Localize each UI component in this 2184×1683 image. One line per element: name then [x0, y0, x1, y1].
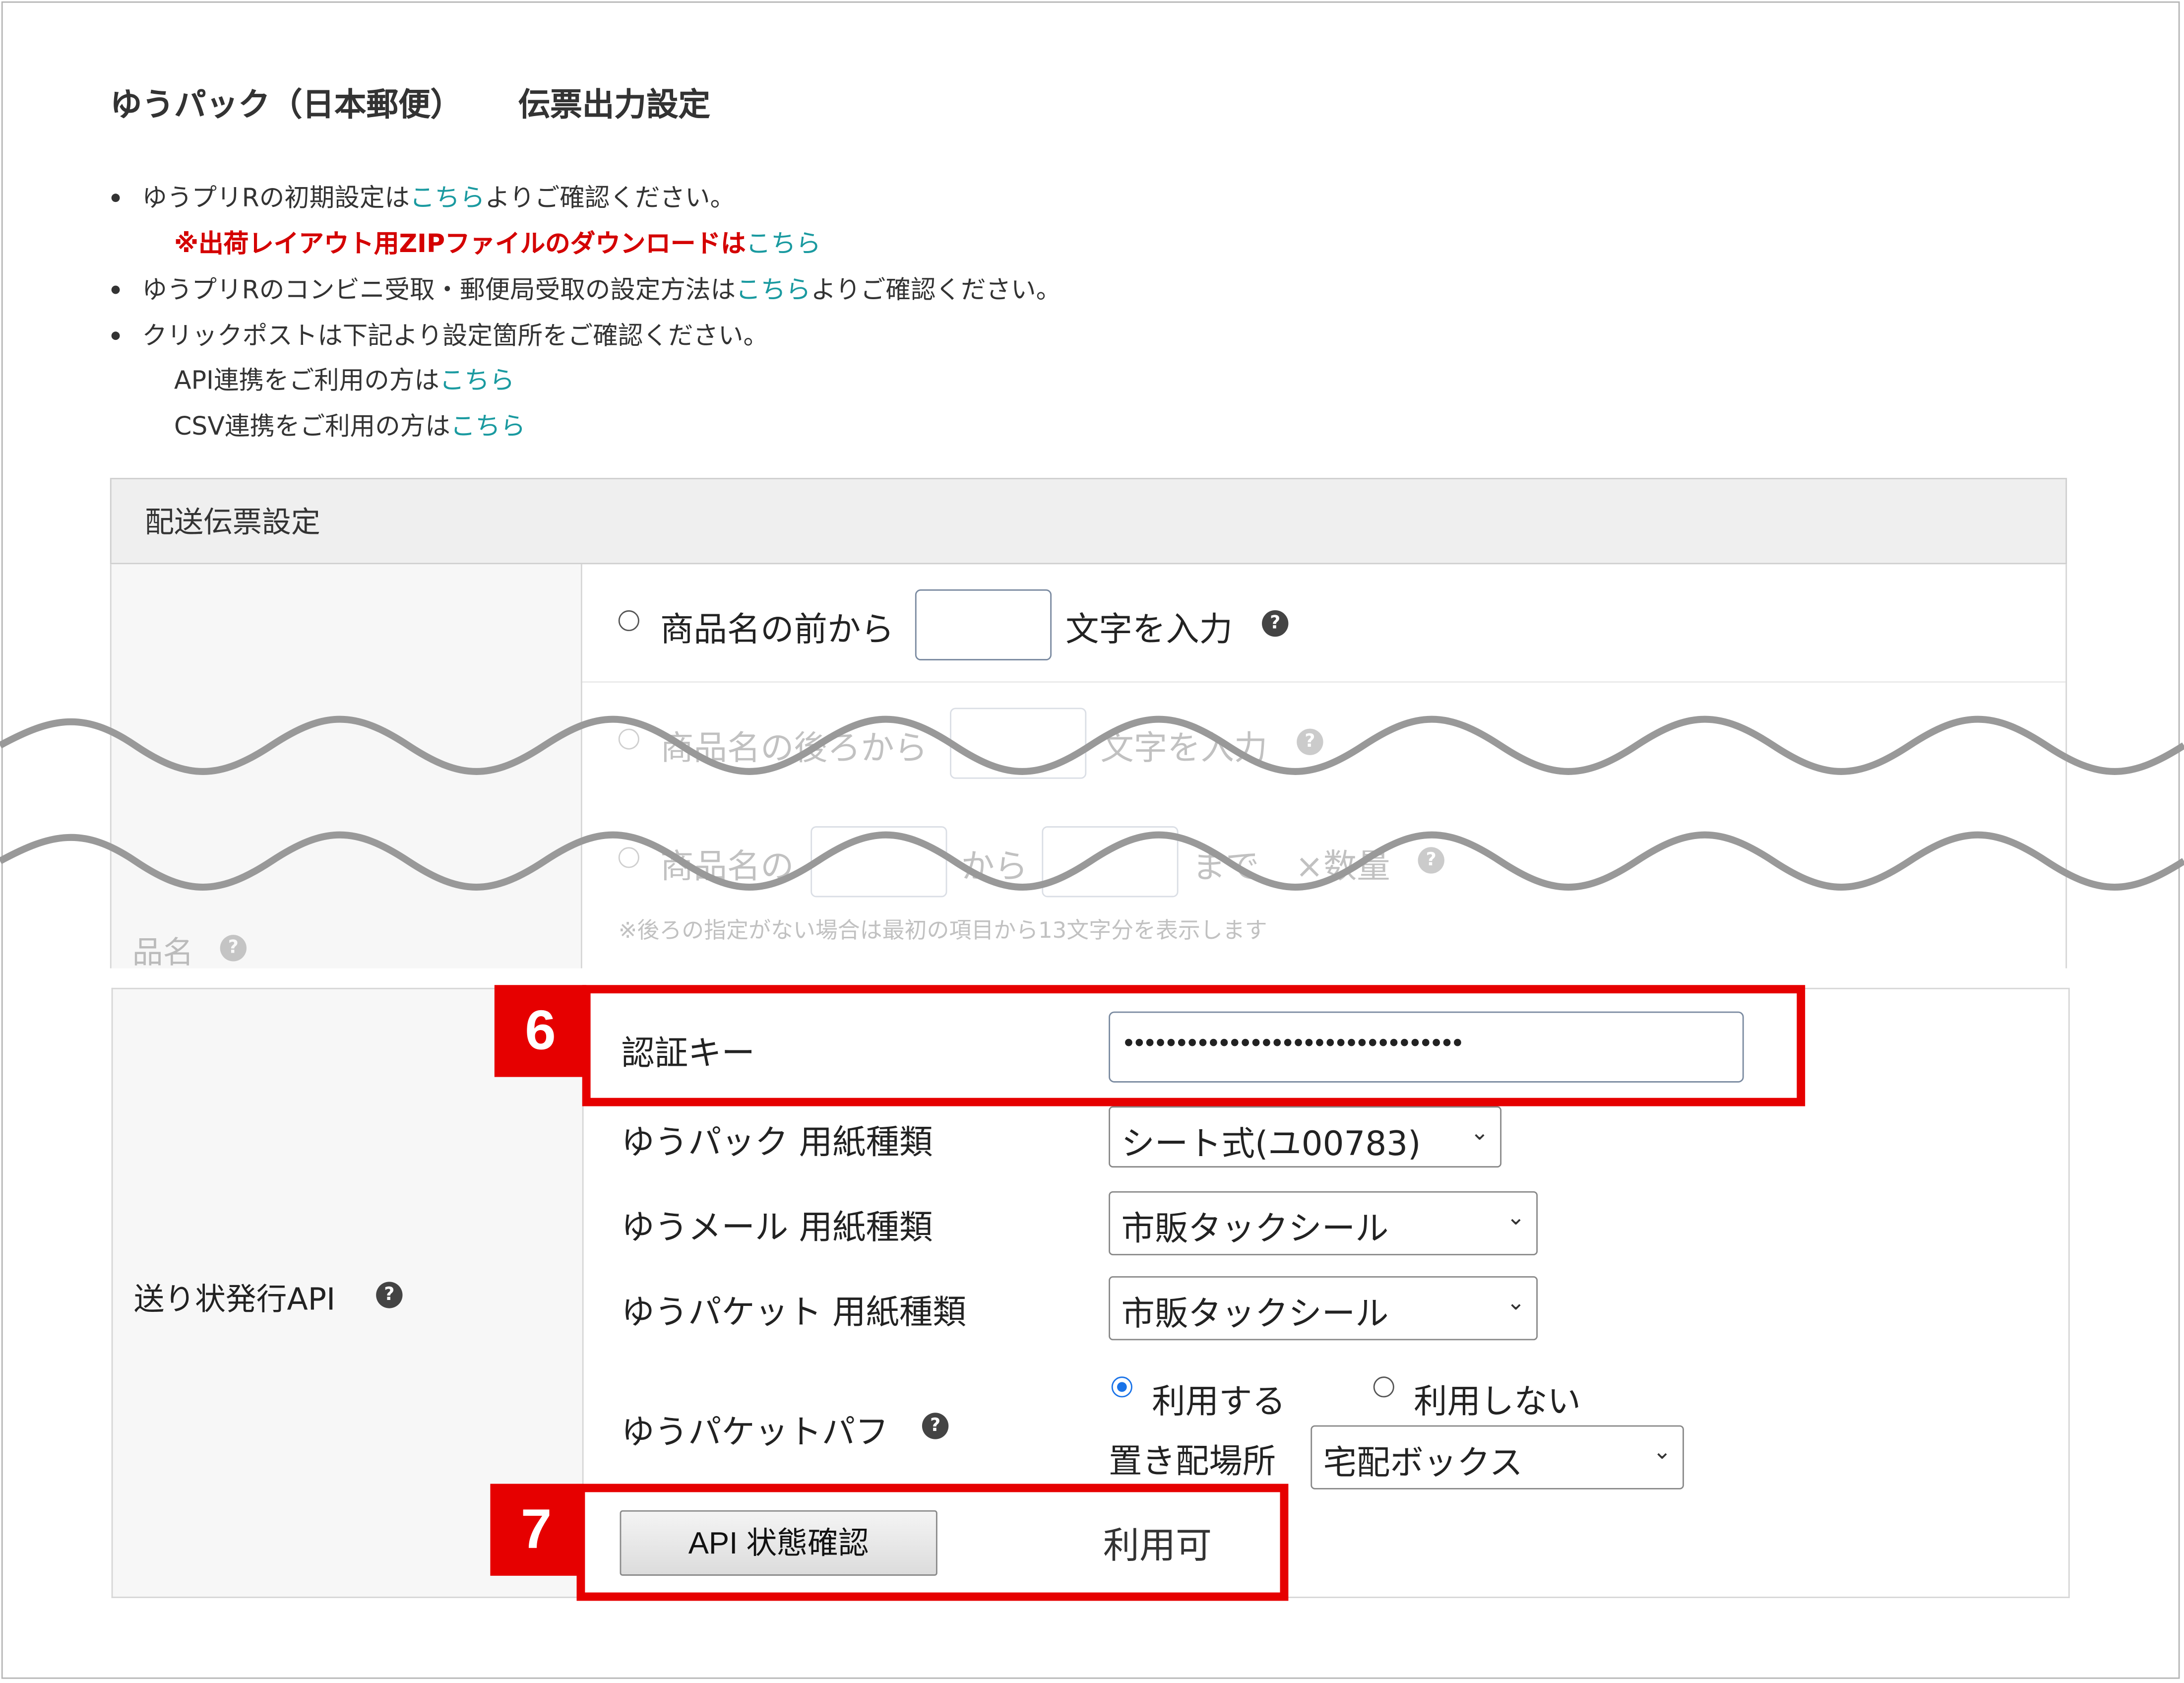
note-initial-settings: ゆうプリRの初期設定はこちらよりご確認ください。 [142, 178, 735, 214]
bullet [111, 285, 120, 294]
bullet [111, 331, 120, 340]
callout-6-highlight [582, 985, 1806, 1106]
clickpost-api-link[interactable]: こちら [439, 367, 515, 396]
callout-7-highlight [576, 1484, 1289, 1601]
help-icon[interactable]: ? [922, 1413, 949, 1439]
help-icon[interactable]: ? [376, 1282, 403, 1308]
page: ゆうパック（日本郵便） 伝票出力設定 ゆうプリRの初期設定はこちらよりご確認くださ… [0, 0, 2184, 1683]
yumail-paper-value: 市販タックシール [1121, 1209, 1389, 1248]
radio-puff-use[interactable] [1111, 1376, 1132, 1398]
yumail-paper-select[interactable]: 市販タックシール ⌄ [1109, 1191, 1538, 1256]
yupacket-paper-value: 市販タックシール [1121, 1294, 1389, 1334]
help-icon[interactable]: ? [1262, 610, 1289, 637]
yupack-paper-value: シート式(ユ00783) [1121, 1124, 1421, 1164]
api-label: 送り状発行API [133, 1283, 336, 1318]
chevron-down-icon: ⌄ [1652, 1437, 1672, 1465]
opt1-label: 商品名の前から [660, 610, 894, 649]
yupacket-paper-select[interactable]: 市販タックシール ⌄ [1109, 1276, 1538, 1341]
zip-download-warning: ※出荷レイアウト用ZIPファイルのダウンロードは [174, 230, 746, 259]
convenience-pickup-link[interactable]: こちら [736, 276, 811, 305]
callout-6-badge: 6 [494, 985, 587, 1077]
front-chars-input[interactable] [915, 589, 1052, 660]
page-title-main: ゆうパック（日本郵便） [110, 87, 463, 124]
puff-nouse-label: 利用しない [1414, 1382, 1581, 1422]
initial-settings-link[interactable]: こちら [410, 184, 485, 213]
note-text: よりご確認ください。 [485, 184, 736, 213]
clickpost-csv-link[interactable]: こちら [450, 412, 526, 442]
radio-puff-nouse[interactable] [1373, 1376, 1394, 1398]
chevron-down-icon: ⌄ [1506, 1289, 1525, 1315]
panel-title: 配送伝票設定 [145, 506, 320, 539]
yupacket-paper-label: ゆうパケット 用紙種類 [621, 1293, 966, 1332]
table-border [2068, 987, 2070, 1598]
note-text: ゆうプリRのコンビニ受取・郵便局受取の設定方法は [142, 275, 736, 305]
note-text: よりご確認ください。 [811, 275, 1061, 305]
note-clickpost: クリックポストは下記より設定箇所をご確認ください。 [142, 322, 769, 351]
puff-label: ゆうパケットパフ [621, 1413, 889, 1452]
panel-header: 配送伝票設定 [110, 478, 2067, 565]
placement-select[interactable]: 宅配ボックス ⌄ [1310, 1425, 1684, 1489]
note-text: API連携をご利用の方は [174, 366, 439, 396]
puff-use-label: 利用する [1152, 1382, 1286, 1422]
note-text: ゆうプリRの初期設定は [142, 184, 410, 213]
chevron-down-icon: ⌄ [1470, 1118, 1489, 1146]
page-break-waves [0, 715, 2184, 891]
note-zip-download: ※出荷レイアウト用ZIPファイルのダウンロードはこちら [174, 224, 821, 260]
note-clickpost-csv: CSV連携をご利用の方はこちら [174, 407, 525, 443]
placement-label: 置き配場所 [1109, 1442, 1276, 1481]
table-border [111, 987, 113, 1598]
page-title: ゆうパック（日本郵便） 伝票出力設定 [110, 78, 710, 125]
callout-7-badge: 7 [490, 1484, 582, 1576]
yumail-paper-label: ゆうメール 用紙種類 [621, 1208, 933, 1247]
zip-download-link[interactable]: こちら [746, 230, 821, 259]
yupack-paper-label: ゆうパック 用紙種類 [621, 1123, 933, 1162]
note-convenience-pickup: ゆうプリRのコンビニ受取・郵便局受取の設定方法はこちらよりご確認ください。 [142, 270, 1061, 307]
radio-product-front[interactable] [618, 610, 639, 632]
chevron-down-icon: ⌄ [1506, 1204, 1525, 1230]
yupack-paper-select[interactable]: シート式(ユ00783) ⌄ [1109, 1106, 1502, 1168]
note-clickpost-api: API連携をご利用の方はこちら [174, 361, 515, 397]
bullet [111, 194, 120, 202]
opt1-suffix: 文字を入力 [1065, 610, 1233, 649]
placement-value: 宅配ボックス [1323, 1443, 1523, 1483]
note-text: CSV連携をご利用の方は [174, 412, 450, 442]
page-title-sub: 伝票出力設定 [518, 87, 711, 124]
